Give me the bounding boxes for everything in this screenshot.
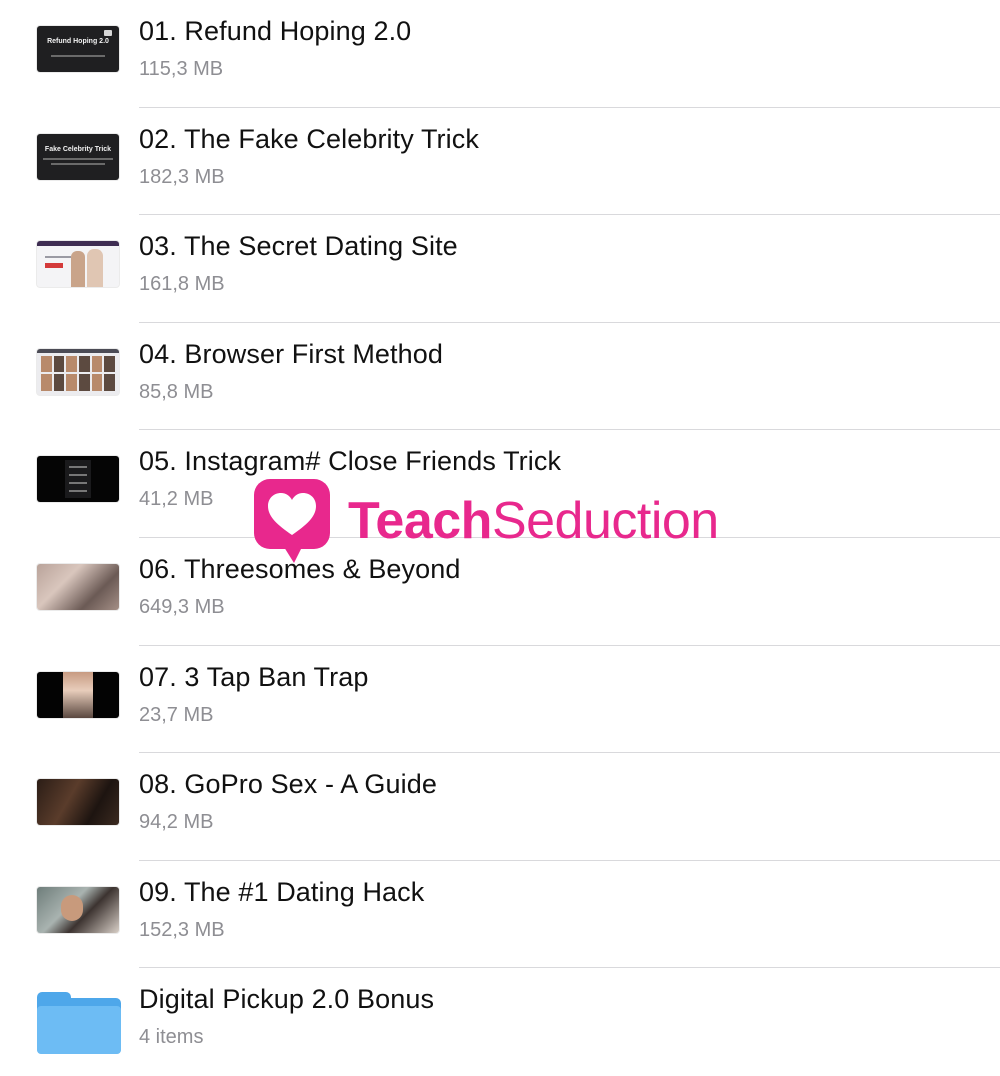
file-title: 05. Instagram# Close Friends Trick <box>139 446 562 477</box>
thumbnail-person <box>87 249 103 288</box>
file-size: 161,8 MB <box>139 273 225 296</box>
folder-icon <box>37 992 121 1055</box>
file-row-04[interactable]: 04. Browser First Method 85,8 MB <box>0 323 1000 431</box>
video-thumbnail <box>37 779 119 826</box>
file-size: 94,2 MB <box>139 811 214 834</box>
thumbnail-text-line <box>45 256 71 259</box>
thumbnail-photo-grid <box>41 355 115 391</box>
video-thumbnail <box>37 671 119 718</box>
file-row-01[interactable]: Refund Hoping 2.0 01. Refund Hoping 2.0 … <box>0 0 1000 108</box>
file-size: 649,3 MB <box>139 595 225 618</box>
video-thumbnail <box>37 241 119 288</box>
file-title: 09. The #1 Dating Hack <box>139 876 425 907</box>
file-size: 152,3 MB <box>139 918 225 941</box>
video-thumbnail: Refund Hoping 2.0 <box>37 26 119 72</box>
file-size: 182,3 MB <box>139 165 225 188</box>
file-row-09[interactable]: 09. The #1 Dating Hack 152,3 MB <box>0 861 1000 969</box>
heart-speech-bubble-icon <box>254 479 330 563</box>
thumbnail-person <box>71 251 85 288</box>
thumbnail-phone-screen <box>65 460 91 499</box>
folder-item-count: 4 items <box>139 1026 204 1049</box>
file-title: 07. 3 Tap Ban Trap <box>139 661 369 692</box>
video-thumbnail <box>37 563 119 610</box>
file-title: 02. The Fake Celebrity Trick <box>139 123 479 154</box>
file-title: 01. Refund Hoping 2.0 <box>139 16 412 46</box>
thumbnail-button <box>45 263 63 269</box>
file-row-03[interactable]: 03. The Secret Dating Site 161,8 MB <box>0 215 1000 323</box>
thumbnail-text-line <box>51 162 105 165</box>
video-thumbnail: Fake Celebrity Trick <box>37 133 119 180</box>
file-title: 03. The Secret Dating Site <box>139 231 458 262</box>
thumbnail-text-line <box>43 157 113 160</box>
file-row-02[interactable]: Fake Celebrity Trick 02. The Fake Celebr… <box>0 108 1000 216</box>
video-thumbnail <box>37 456 119 503</box>
file-row-07[interactable]: 07. 3 Tap Ban Trap 23,7 MB <box>0 646 1000 754</box>
thumbnail-face <box>61 894 83 921</box>
thumbnail-title: Fake Celebrity Trick <box>44 145 112 153</box>
file-row-08[interactable]: 08. GoPro Sex - A Guide 94,2 MB <box>0 753 1000 861</box>
thumbnail-subtitle-line <box>51 55 105 57</box>
thumbnail-frame <box>63 671 93 718</box>
watermark-logo: TeachSeduction <box>254 479 754 563</box>
file-size: 85,8 MB <box>139 380 214 403</box>
file-size: 41,2 MB <box>139 488 214 511</box>
video-thumbnail <box>37 348 119 395</box>
thumbnail-browser-bar <box>37 241 119 247</box>
watermark-brand-text: TeachSeduction <box>348 492 719 550</box>
file-size: 23,7 MB <box>139 703 214 726</box>
thumbnail-browser-bar <box>37 348 119 353</box>
folder-title: Digital Pickup 2.0 Bonus <box>139 984 435 1015</box>
thumbnail-title: Refund Hoping 2.0 <box>47 38 109 45</box>
file-size: 115,3 MB <box>139 58 224 80</box>
file-title: 08. GoPro Sex - A Guide <box>139 769 437 800</box>
file-title: 04. Browser First Method <box>139 338 444 369</box>
folder-row-bonus[interactable]: Digital Pickup 2.0 Bonus 4 items <box>0 968 1000 1076</box>
thumbnail-badge <box>104 30 112 36</box>
video-thumbnail <box>37 886 119 933</box>
